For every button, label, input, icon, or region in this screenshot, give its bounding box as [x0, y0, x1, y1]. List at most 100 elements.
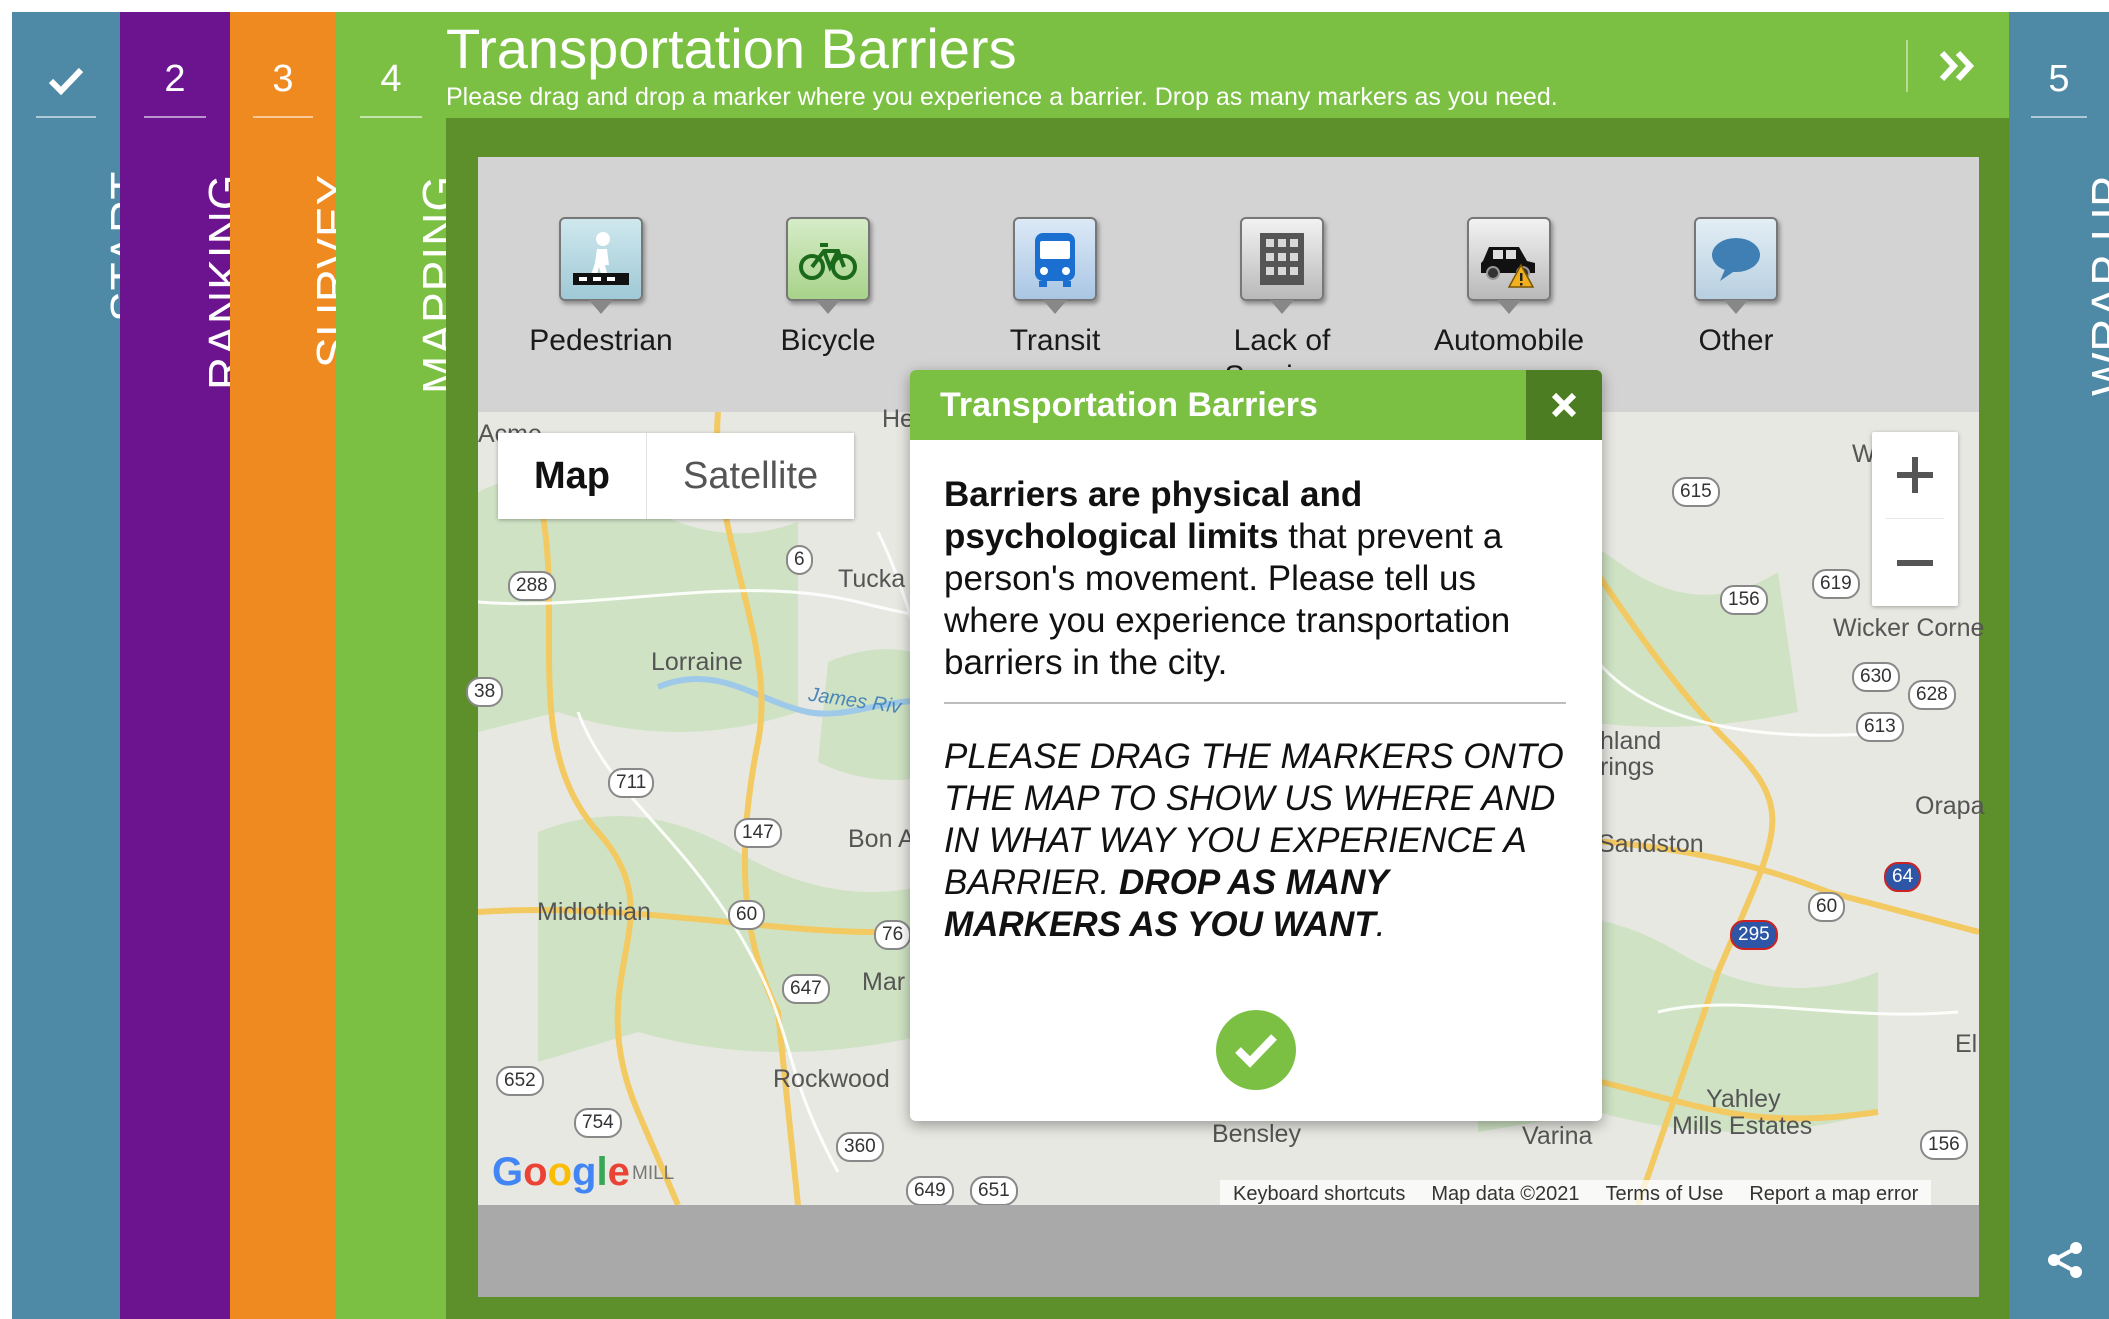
map-data-text: Map data ©2021	[1431, 1183, 1580, 1205]
route-shield: 754	[574, 1108, 622, 1138]
marker-pedestrian[interactable]: Pedestrian	[491, 217, 711, 359]
zoom-in-button[interactable]	[1872, 432, 1958, 518]
route-shield: 630	[1852, 662, 1900, 692]
route-shield: 647	[782, 974, 830, 1004]
bicycle-icon	[799, 243, 857, 280]
zoom-divider	[1886, 518, 1944, 519]
route-shield: 651	[970, 1176, 1018, 1206]
marker-label: Pedestrian	[529, 324, 673, 357]
modal-title: Transportation Barriers	[940, 386, 1318, 424]
share-button[interactable]	[2042, 1236, 2090, 1284]
step-label-wrap-up: WRAP UP	[2082, 175, 2109, 396]
map-label: MILL	[632, 1163, 675, 1184]
tab-divider	[35, 116, 97, 118]
close-icon	[1551, 392, 1577, 418]
building-icon	[1260, 233, 1304, 285]
map-label: Orapa	[1915, 792, 1985, 820]
map-attribution: Keyboard shortcuts Map data ©2021 Terms …	[1220, 1180, 1932, 1208]
modal-divider	[944, 702, 1566, 704]
modal-close-button[interactable]	[1526, 370, 1602, 440]
step-tab-ranking[interactable]: 2 RANKING	[120, 12, 251, 1319]
double-chevron-right-icon	[1939, 50, 1975, 82]
map-label: Midlothian	[537, 898, 651, 926]
car-warning-icon	[1481, 247, 1535, 288]
route-shield: 76	[874, 920, 912, 950]
marker-bicycle[interactable]: Bicycle	[718, 217, 938, 359]
terms-of-use-link[interactable]: Terms of Use	[1593, 1180, 1737, 1208]
map-type-control: Map Satellite	[498, 433, 855, 519]
route-shield: 649	[906, 1176, 954, 1206]
pedestrian-icon	[573, 232, 629, 285]
info-modal: Transportation Barriers Barriers are phy…	[910, 370, 1602, 1121]
bottom-strip	[478, 1205, 1979, 1297]
map-label: Bensley	[1212, 1120, 1301, 1148]
marker-label: Other	[1698, 324, 1774, 357]
step-number: 2	[164, 58, 186, 100]
route-shield: 38	[466, 677, 504, 707]
check-icon	[1235, 1034, 1277, 1068]
route-shield: 652	[496, 1066, 544, 1096]
step-tab-wrap-up[interactable]: 5 WRAP UP	[2009, 12, 2109, 1319]
map-label: Sandston	[1598, 830, 1704, 858]
zoom-control	[1872, 432, 1958, 606]
route-shield: 615	[1672, 477, 1720, 507]
route-shield: 613	[1856, 712, 1904, 742]
step-tab-mapping[interactable]: 4 MAPPING	[336, 12, 465, 1319]
route-shield: 156	[1720, 585, 1768, 615]
modal-note-end: .	[1375, 905, 1386, 944]
confirm-button[interactable]	[1216, 1010, 1296, 1090]
check-icon	[12, 56, 120, 102]
bus-icon	[1035, 233, 1075, 287]
route-shield: 288	[508, 571, 556, 601]
tab-divider	[360, 116, 422, 118]
next-step-button[interactable]	[1928, 36, 1988, 96]
minus-icon	[1897, 560, 1933, 566]
route-shield: 619	[1812, 569, 1860, 599]
step-number: 4	[380, 58, 402, 100]
marker-label: Transit	[1009, 324, 1101, 357]
route-shield: 6	[786, 545, 813, 575]
step-number: 3	[272, 58, 294, 100]
marker-transit[interactable]: Transit	[945, 217, 1165, 359]
tab-divider	[144, 116, 206, 118]
map-type-satellite-button[interactable]: Satellite	[646, 433, 855, 519]
map-type-map-button[interactable]: Map	[498, 433, 646, 519]
map-label: El	[1955, 1030, 1978, 1058]
map-label: Bon A	[848, 825, 915, 853]
map-label: Varina	[1522, 1122, 1593, 1150]
route-shield: 156	[1920, 1130, 1968, 1160]
share-icon	[2048, 1242, 2082, 1278]
page-subtitle: Please drag and drop a marker where you …	[446, 83, 1558, 111]
google-logo: Google	[492, 1150, 630, 1194]
keyboard-shortcuts-link[interactable]: Keyboard shortcuts	[1220, 1180, 1418, 1208]
tab-divider	[2031, 116, 2087, 118]
page-title: Transportation Barriers	[446, 17, 1017, 80]
route-shield: 147	[734, 818, 782, 848]
route-shield: 60	[1808, 892, 1846, 922]
map-label: Yahley	[1706, 1085, 1781, 1113]
marker-label: Automobile	[1433, 324, 1585, 357]
zoom-out-button[interactable]	[1872, 520, 1958, 606]
map-label: Tucka	[838, 565, 906, 593]
map-label: Rockwood	[773, 1065, 890, 1093]
map-label: Mills Estates	[1672, 1112, 1813, 1140]
modal-note: PLEASE DRAG THE MARKERS ONTO THE MAP TO …	[944, 736, 1574, 946]
header-divider	[1906, 40, 1908, 92]
step-number: 5	[2048, 58, 2070, 100]
marker-lack-of-services[interactable]: Lack of Services	[1172, 217, 1392, 395]
plus-icon	[1897, 457, 1933, 493]
route-shield: 628	[1908, 680, 1956, 710]
step-tab-start[interactable]: START	[12, 12, 153, 1319]
interstate-shield: 295	[1730, 920, 1778, 950]
marker-label: Bicycle	[780, 324, 876, 357]
route-shield: 711	[608, 768, 655, 798]
map-label: Lorraine	[651, 648, 743, 676]
marker-other[interactable]: Other	[1626, 217, 1846, 359]
step-tab-survey[interactable]: 3 SURVEY	[230, 12, 359, 1319]
report-map-error-link[interactable]: Report a map error	[1736, 1180, 1931, 1208]
map-label: hland	[1600, 727, 1662, 755]
interstate-shield: 64	[1884, 862, 1922, 892]
marker-automobile[interactable]: Automobile	[1399, 217, 1619, 359]
map-label: rings	[1600, 753, 1655, 781]
speech-bubble-icon	[1712, 238, 1760, 281]
